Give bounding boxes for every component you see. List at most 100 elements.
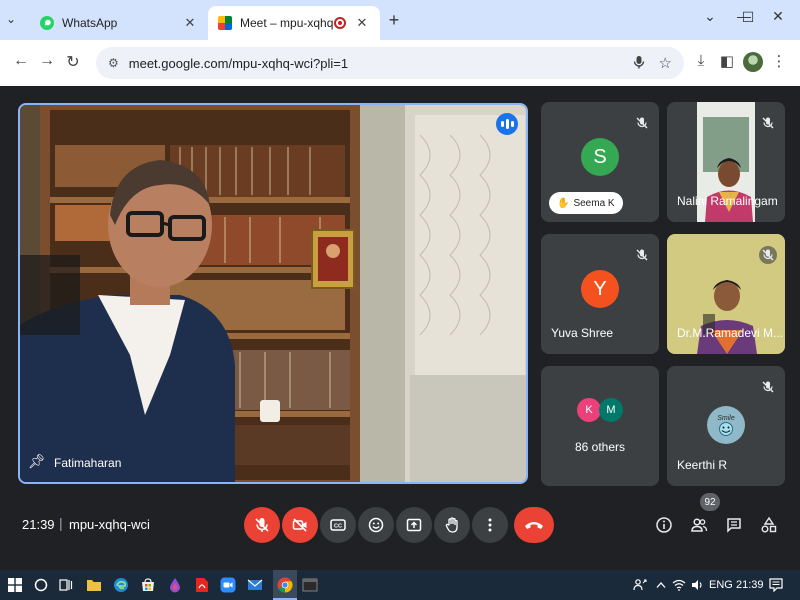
emoji-icon [368, 517, 384, 533]
mic-toggle-button[interactable] [244, 507, 280, 543]
participant-tile[interactable]: Smile Keerthi R [667, 366, 785, 486]
profile-avatar[interactable] [743, 52, 763, 72]
avatar: M [599, 398, 623, 422]
taskbar-clock[interactable]: 21:39 [736, 579, 764, 591]
meeting-details-button[interactable] [653, 514, 675, 536]
meeting-code: mpu-xqhq-wci [69, 517, 150, 532]
search-icon[interactable] [33, 577, 49, 593]
tab-title: Meet – mpu-xqhq-wci [240, 16, 334, 30]
participant-tile[interactable]: S ✋ Seema K [541, 102, 659, 222]
windows-start-icon[interactable] [7, 577, 23, 593]
meeting-time: 21:39 [22, 517, 55, 532]
people-button[interactable] [688, 514, 710, 536]
participant-name: Nalini Ramalingam [677, 194, 778, 208]
mic-off-icon [633, 246, 651, 264]
hand-icon [445, 517, 458, 533]
activities-icon [761, 516, 777, 533]
mic-off-icon [255, 518, 269, 532]
raise-hand-button[interactable] [434, 507, 470, 543]
others-tile[interactable]: K M 86 others [541, 366, 659, 486]
forward-button[interactable]: → [36, 52, 58, 70]
bookmark-star-icon[interactable]: ☆ [659, 54, 672, 72]
divider: | [59, 515, 63, 531]
avatar: S [581, 138, 619, 176]
browser-tab-bar: ⌄ WhatsApp ✕ Meet – mpu-xqhq-wci ✕ + ⌄ —… [0, 0, 800, 40]
reload-button[interactable]: ↻ [62, 52, 84, 72]
participant-tile[interactable]: Y Yuva Shree [541, 234, 659, 354]
people-icon [691, 518, 708, 532]
camera-off-icon [292, 518, 307, 532]
maximize-icon[interactable]: ☐ [738, 9, 758, 26]
activities-button[interactable] [758, 514, 780, 536]
tab-close-icon[interactable]: ✕ [182, 15, 198, 31]
chevron-up-icon[interactable] [653, 577, 669, 593]
mic-off-icon [759, 378, 777, 396]
mic-off-icon [759, 114, 777, 132]
participant-tile[interactable]: Dr.M.Ramadevi M... [667, 234, 785, 354]
notification-icon[interactable] [768, 577, 784, 593]
pin-icon[interactable]: 📌︎ [28, 453, 46, 470]
download-icon[interactable]: ⤓ [690, 52, 712, 69]
browser-toolbar: ← → ↻ ⚙ meet.google.com/mpu-xqhq-wci?pli… [0, 40, 800, 86]
avatar: K [577, 398, 601, 422]
participant-name: Yuva Shree [551, 326, 614, 340]
zoom-app-icon[interactable] [220, 577, 236, 593]
input-language[interactable]: ENG [709, 579, 733, 591]
chat-icon [727, 518, 741, 533]
avatar: Y [581, 270, 619, 308]
tab-whatsapp[interactable]: WhatsApp ✕ [30, 6, 208, 40]
chat-button[interactable] [723, 514, 745, 536]
drop-app-icon[interactable] [167, 577, 183, 593]
tab-search-icon[interactable]: ⌄ [6, 12, 16, 26]
avatar: Smile [707, 406, 745, 444]
raised-hand-badge: ✋ Seema K [549, 192, 623, 214]
participant-name: Seema K [573, 197, 615, 209]
tab-close-icon[interactable]: ✕ [354, 15, 370, 31]
main-speaker-tile[interactable]: 📌︎ Fatimaharan [18, 103, 528, 484]
side-panel-icon[interactable]: ◧ [716, 52, 738, 70]
captions-button[interactable]: CC [320, 507, 356, 543]
microphone-icon[interactable] [633, 55, 645, 72]
file-explorer-icon[interactable] [86, 577, 102, 593]
chevron-down-icon[interactable]: ⌄ [700, 8, 720, 25]
present-screen-button[interactable] [396, 507, 432, 543]
people-tray-icon[interactable] [632, 577, 648, 593]
site-info-icon[interactable]: ⚙ [108, 56, 119, 70]
mail-icon[interactable] [247, 577, 263, 593]
address-bar[interactable]: ⚙ meet.google.com/mpu-xqhq-wci?pli=1 ☆ [96, 47, 684, 79]
captions-icon: CC [330, 519, 346, 531]
raised-hand-icon: ✋ [557, 197, 570, 209]
task-view-icon[interactable] [58, 577, 74, 593]
camera-toggle-button[interactable] [282, 507, 318, 543]
participant-name: Dr.M.Ramadevi M... [677, 326, 784, 340]
new-tab-button[interactable]: + [384, 10, 404, 31]
more-vert-icon [488, 518, 492, 532]
edge-browser-icon[interactable] [113, 577, 129, 593]
mic-off-icon [633, 114, 651, 132]
present-screen-icon [406, 518, 422, 532]
speaking-indicator-icon [496, 113, 518, 135]
whatsapp-icon [40, 16, 54, 30]
url-text[interactable]: meet.google.com/mpu-xqhq-wci?pli=1 [129, 56, 633, 71]
tab-title: WhatsApp [62, 16, 118, 30]
recording-indicator-icon [334, 17, 346, 29]
terminal-icon[interactable] [302, 577, 318, 593]
more-options-icon[interactable]: ⋮ [768, 52, 790, 70]
reactions-button[interactable] [358, 507, 394, 543]
mic-off-icon [759, 246, 777, 264]
wifi-icon[interactable] [671, 577, 687, 593]
main-speaker-name: Fatimaharan [54, 456, 122, 470]
close-window-button[interactable]: ✕ [768, 8, 788, 25]
main-speaker-video [20, 105, 526, 482]
more-options-button[interactable] [472, 507, 508, 543]
store-icon[interactable] [140, 577, 156, 593]
participant-name: Keerthi R [677, 458, 728, 472]
end-call-button[interactable] [514, 507, 554, 543]
pdf-reader-icon[interactable] [194, 577, 210, 593]
people-count-badge: 92 [700, 493, 720, 511]
volume-icon[interactable] [690, 577, 706, 593]
participant-tile[interactable]: Nalini Ramalingam [667, 102, 785, 222]
back-button[interactable]: ← [10, 52, 32, 70]
tab-meet[interactable]: Meet – mpu-xqhq-wci ✕ [208, 6, 380, 40]
chrome-icon[interactable] [277, 577, 293, 593]
